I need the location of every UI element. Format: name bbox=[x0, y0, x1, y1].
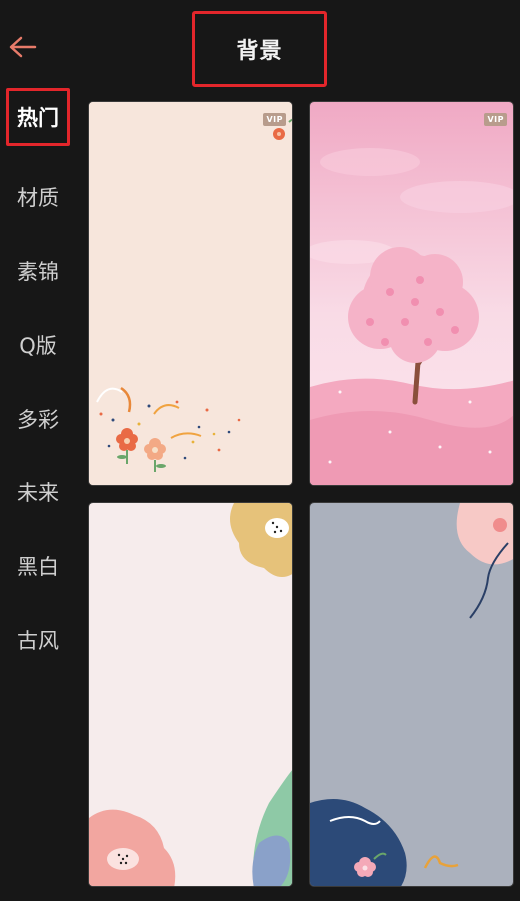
blush-flowers-illustration bbox=[89, 503, 292, 886]
category-label: 热门 bbox=[17, 106, 59, 130]
category-sujin[interactable]: 素锦 bbox=[6, 242, 70, 300]
background-card-blush-flowers[interactable] bbox=[88, 502, 293, 887]
gray-blue-flowers-illustration bbox=[310, 503, 513, 886]
back-button[interactable] bbox=[6, 30, 40, 64]
category-label: 多彩 bbox=[17, 408, 59, 432]
vip-badge: VIP bbox=[263, 113, 286, 126]
category-label: 古风 bbox=[17, 629, 59, 653]
cherry-tree-illustration bbox=[310, 102, 513, 485]
background-card-pink-cherry-tree[interactable]: VIP bbox=[309, 101, 514, 486]
category-colorful[interactable]: 多彩 bbox=[6, 390, 70, 448]
page-title-box: 背景 bbox=[192, 11, 327, 87]
category-label: 素锦 bbox=[17, 260, 59, 284]
back-arrow-icon bbox=[9, 36, 37, 58]
background-card-cream-floral[interactable]: VIP bbox=[88, 101, 293, 486]
background-card-gray-blue-flowers[interactable] bbox=[309, 502, 514, 887]
category-label: 未来 bbox=[17, 481, 59, 505]
category-material[interactable]: 材质 bbox=[6, 168, 70, 226]
category-label: 材质 bbox=[17, 186, 59, 210]
page-title: 背景 bbox=[236, 39, 283, 64]
vip-badge: VIP bbox=[484, 113, 507, 126]
category-hot[interactable]: 热门 bbox=[6, 88, 70, 146]
category-ancient[interactable]: 古风 bbox=[6, 611, 70, 669]
category-future[interactable]: 未来 bbox=[6, 463, 70, 521]
category-q-version[interactable]: Q版 bbox=[6, 316, 70, 374]
category-label: 黑白 bbox=[17, 555, 59, 579]
category-black-white[interactable]: 黑白 bbox=[6, 537, 70, 595]
cream-floral-illustration bbox=[89, 102, 292, 485]
category-label: Q版 bbox=[19, 334, 57, 358]
